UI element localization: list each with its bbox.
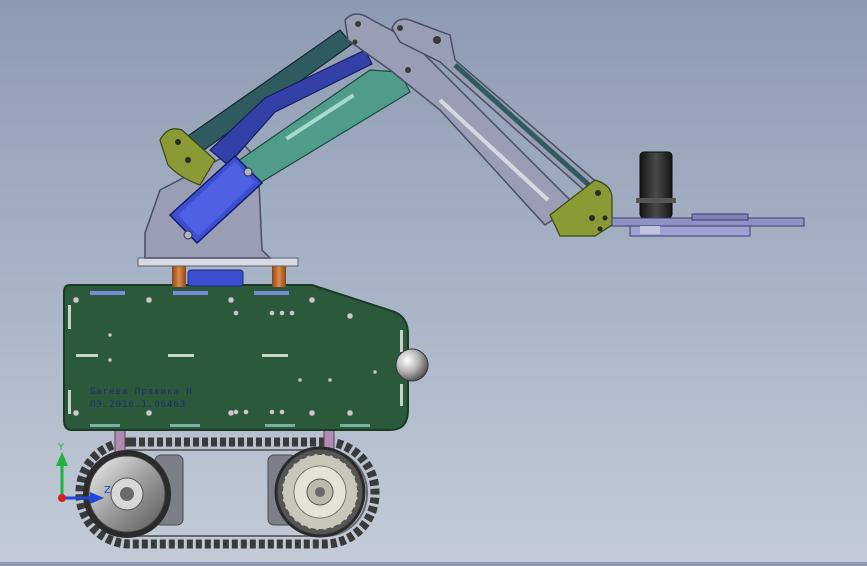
base-servo <box>187 269 244 287</box>
z-axis-label: Z <box>104 485 111 496</box>
suspension-post <box>114 429 126 453</box>
gripper-motor <box>639 151 673 219</box>
pcb-label-line2: ПЭ.2016.1.06463 <box>90 400 186 410</box>
turntable-plate <box>137 257 299 267</box>
chassis-pcb: Багеев Правика Н ПЭ.2016.1.06463 <box>63 284 409 431</box>
drive-wheel <box>83 450 171 538</box>
sprocket-wheel <box>274 446 366 538</box>
pcb-label-line1: Багеев Правика Н <box>90 387 193 397</box>
standoff <box>172 265 186 287</box>
triad-origin <box>58 494 66 502</box>
gripper <box>611 213 805 237</box>
robot-model: Багеев Правика Н ПЭ.2016.1.06463 Y Z <box>56 13 805 549</box>
cad-viewport[interactable]: Багеев Правика Н ПЭ.2016.1.06463 Y Z <box>0 0 867 562</box>
track-assembly <box>75 429 380 549</box>
y-axis-label: Y <box>57 442 65 453</box>
forearm-grey <box>344 13 571 226</box>
forearm-grey-upper <box>391 18 601 202</box>
ball-caster <box>395 348 429 382</box>
standoff <box>272 265 286 287</box>
